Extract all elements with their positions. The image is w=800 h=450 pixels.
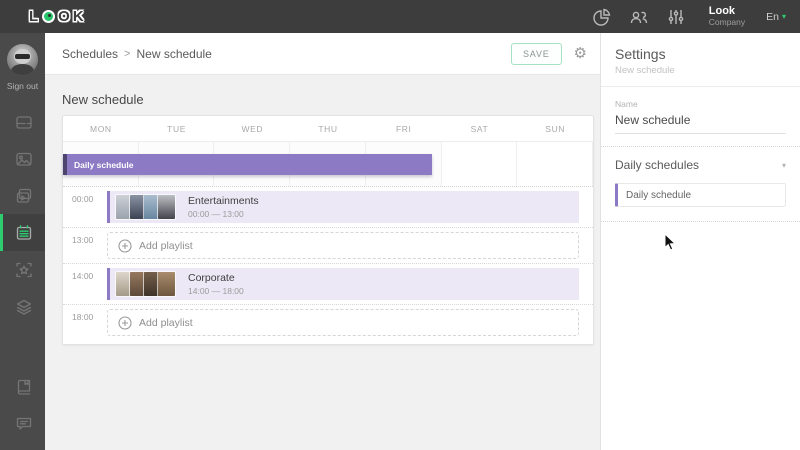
time-label: 00:00 [72, 194, 94, 204]
schedule-name-input[interactable] [615, 109, 786, 134]
day-label: TUE [167, 123, 186, 134]
day-label: SAT [470, 123, 489, 134]
time-label: 13:00 [72, 235, 94, 245]
main-area: Schedules > New schedule SAVE ⚙ New sche… [45, 33, 600, 450]
pie-chart-icon[interactable] [592, 7, 612, 27]
playlist-thumbnail-image [158, 195, 175, 219]
day-label: WED [241, 123, 264, 134]
playlist-meta: Entertainments 00:00 — 13:00 [188, 195, 259, 219]
settings-header: Settings New schedule [601, 33, 800, 87]
playlist-card[interactable]: Entertainments 00:00 — 13:00 [107, 191, 579, 223]
daily-schedules-section: Daily schedules ▾ Daily schedule [601, 147, 800, 222]
playlist-time-range: 14:00 — 18:00 [188, 285, 244, 296]
timeline-row: 00:00 Entertainments 00:00 — 13:00 [63, 187, 593, 228]
add-playlist-button[interactable]: Add playlist [107, 232, 579, 259]
logo-letter: L [29, 8, 40, 25]
layers-icon [16, 299, 32, 315]
timeline: 00:00 Entertainments 00:00 — 13:00 13:00 Add… [63, 187, 593, 344]
sidebar: Sign out [0, 33, 45, 450]
chat-icon [16, 417, 32, 430]
day-label: MON [90, 123, 112, 134]
playlist-thumbnails [116, 272, 175, 296]
add-playlist-label: Add playlist [139, 316, 193, 329]
time-label: 18:00 [72, 312, 94, 322]
breadcrumb: Schedules > New schedule [62, 47, 212, 61]
timeline-row: 13:00 Add playlist [63, 228, 593, 264]
settings-title: Settings [615, 46, 666, 62]
daily-schedules-toggle[interactable]: Daily schedules ▾ [615, 158, 786, 172]
book-icon [17, 379, 31, 395]
timeline-row-body: Add playlist [107, 309, 579, 336]
sidebar-item-playlists[interactable] [0, 177, 45, 214]
sign-out-button[interactable]: Sign out [7, 81, 38, 91]
star-frame-icon [16, 262, 32, 277]
sidebar-item-schedules[interactable] [0, 214, 45, 251]
timeline-row: 18:00 Add playlist [63, 305, 593, 340]
plus-circle-icon [118, 315, 132, 330]
sidebar-item-layers[interactable] [0, 288, 45, 325]
sidebar-item-media[interactable] [0, 140, 45, 177]
add-playlist-button[interactable]: Add playlist [107, 309, 579, 336]
sidebar-item-docs[interactable] [0, 368, 45, 405]
grid-cell-sat[interactable] [441, 142, 518, 186]
playlist-meta: Corporate 14:00 — 18:00 [188, 272, 244, 296]
images-icon [16, 152, 32, 166]
video-playlist-icon [16, 188, 32, 203]
chevron-down-icon: ▾ [781, 11, 786, 21]
playlist-name: Corporate [188, 272, 235, 285]
time-label: 14:00 [72, 271, 94, 281]
avatar[interactable] [7, 44, 38, 75]
account-switcher[interactable]: Look Company [709, 5, 745, 27]
timeline-row: 14:00 Corporate 14:00 — 18:00 [63, 264, 593, 305]
playlist-card[interactable]: Corporate 14:00 — 18:00 [107, 268, 579, 300]
grid-cell-sun[interactable] [517, 142, 594, 186]
playlist-time-range: 00:00 — 13:00 [188, 208, 244, 219]
sidebar-item-feedback[interactable] [0, 405, 45, 442]
logo-letter: K [72, 8, 85, 25]
breadcrumb-current: New schedule [136, 46, 212, 61]
collapse-caret-icon: ▾ [781, 160, 786, 170]
day-label: FRI [395, 123, 412, 134]
calendar-icon [16, 224, 32, 240]
save-button[interactable]: SAVE [511, 42, 562, 65]
logo-letter: O [58, 8, 71, 25]
timeline-row-body: Corporate 14:00 — 18:00 [107, 268, 579, 300]
breadcrumb-bar: Schedules > New schedule SAVE ⚙ [45, 33, 600, 75]
daily-schedule-week-bar[interactable]: Daily schedule [63, 154, 432, 175]
gear-icon[interactable]: ⚙ [574, 46, 587, 61]
sliders-icon[interactable] [666, 7, 686, 27]
week-day-header: MON TUE WED THU FRI SAT SUN [63, 116, 593, 142]
page-title: New schedule [62, 92, 144, 107]
account-type: Company [708, 16, 746, 27]
daily-schedules-label: Daily schedules [615, 158, 700, 172]
look-logo[interactable]: L OK [28, 8, 86, 25]
sidebar-item-screens[interactable] [0, 103, 45, 140]
playlist-thumbnails [116, 195, 175, 219]
settings-subtitle: New schedule [615, 65, 675, 76]
timeline-row-body: Add playlist [107, 232, 579, 259]
playlist-name: Entertainments [188, 195, 259, 208]
name-section: Name [601, 87, 800, 147]
day-label: SUN [545, 123, 566, 134]
timeline-row-body: Entertainments 00:00 — 13:00 [107, 191, 579, 223]
breadcrumb-separator: > [124, 47, 131, 60]
week-bar-label: Daily schedule [74, 159, 134, 170]
add-playlist-label: Add playlist [139, 239, 193, 252]
daily-schedule-item[interactable]: Daily schedule [615, 183, 786, 207]
logo-green-o [42, 10, 56, 23]
top-bar: L OK Look Company En ▾ [0, 0, 800, 33]
schedule-card: MON TUE WED THU FRI SAT SUN Daily schedule 00:… [62, 115, 594, 345]
settings-panel: Settings New schedule Name Daily schedul… [600, 33, 800, 450]
name-field-label: Name [615, 99, 638, 109]
week-grid-row: Daily schedule [63, 142, 594, 187]
breadcrumb-schedules-link[interactable]: Schedules [62, 47, 118, 61]
playlist-thumbnail-image [158, 272, 175, 296]
plus-circle-icon [118, 238, 132, 253]
users-icon[interactable] [629, 7, 649, 27]
language-label: En [766, 10, 779, 23]
day-label: THU [318, 123, 338, 134]
screens-icon [16, 115, 32, 129]
language-selector[interactable]: En ▾ [766, 11, 786, 23]
sidebar-item-apps[interactable] [0, 251, 45, 288]
